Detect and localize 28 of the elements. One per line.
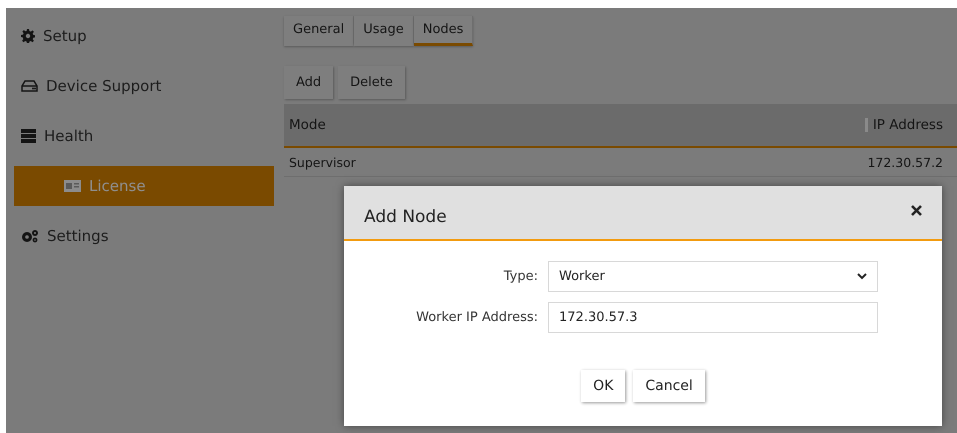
field-label: Type: bbox=[502, 269, 538, 284]
ok-button[interactable]: OK bbox=[581, 370, 626, 402]
add-button[interactable]: Add bbox=[284, 66, 334, 99]
gear-icon bbox=[21, 29, 35, 43]
dialog-title: Add Node bbox=[364, 207, 447, 227]
sidebar-item[interactable]: License bbox=[14, 166, 274, 206]
input-field[interactable]: 172.30.57.3 bbox=[548, 302, 878, 333]
field-label: Worker IP Address: bbox=[415, 310, 538, 325]
column-header: IP Address bbox=[872, 117, 943, 133]
close-icon[interactable] bbox=[911, 205, 922, 216]
column-header: Mode bbox=[289, 117, 326, 133]
sidebar-item[interactable]: Setup bbox=[14, 16, 274, 56]
type-dropdown[interactable]: Worker bbox=[548, 261, 878, 292]
chevron-down-icon bbox=[857, 273, 867, 280]
table-cell: Supervisor bbox=[289, 154, 356, 170]
gears-icon bbox=[21, 229, 39, 243]
id-card-icon bbox=[64, 180, 81, 192]
tab[interactable]: Usage bbox=[354, 16, 414, 46]
tab[interactable]: General bbox=[284, 16, 354, 46]
server-icon bbox=[21, 129, 36, 143]
cancel-button[interactable]: Cancel bbox=[633, 370, 705, 402]
sidebar-item[interactable]: Device Support bbox=[14, 66, 274, 106]
delete-button[interactable]: Delete bbox=[338, 66, 405, 99]
tab[interactable]: Nodes bbox=[414, 16, 474, 46]
table-cell: 172.30.57.2 bbox=[867, 154, 943, 170]
sidebar-item[interactable]: Settings bbox=[14, 216, 274, 256]
drive-icon bbox=[21, 80, 38, 92]
sidebar-item[interactable]: Health bbox=[14, 116, 274, 156]
